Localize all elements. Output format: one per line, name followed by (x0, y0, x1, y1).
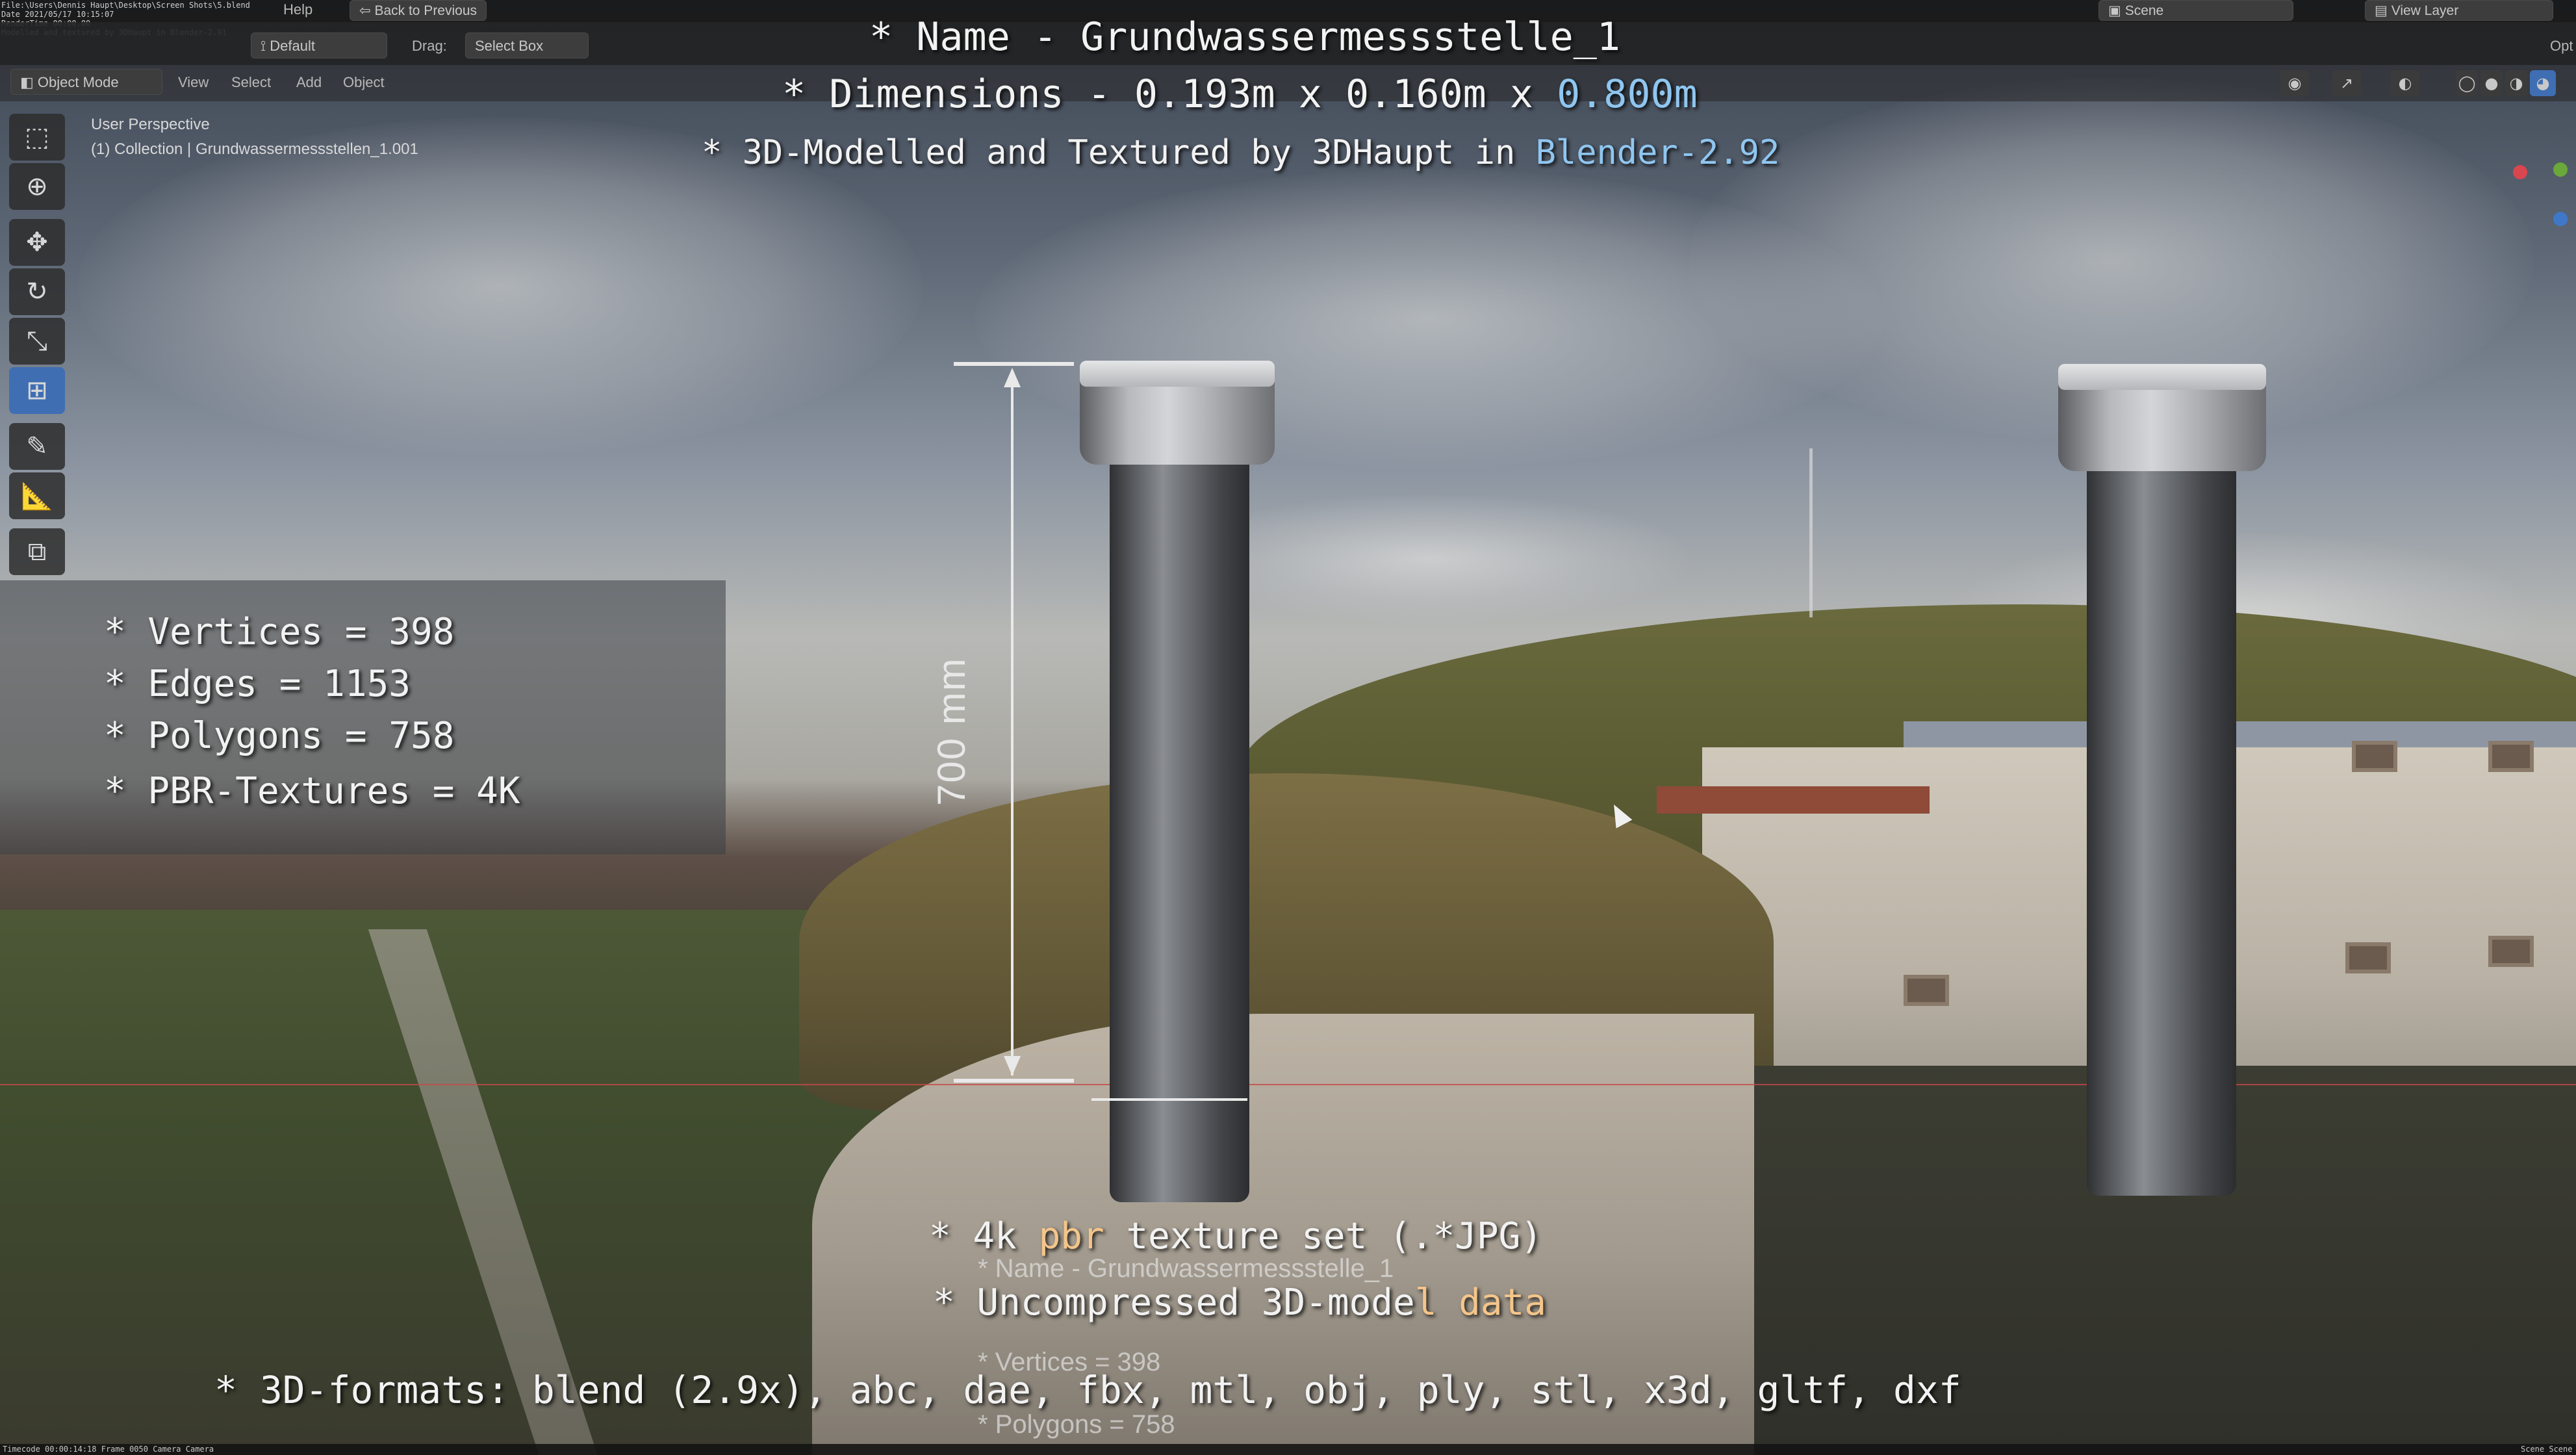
stat-pbr-textures: * PBR-Textures = 4K (104, 770, 520, 812)
ghost-name-text: * Name - Grundwassermessstelle_1 (978, 1254, 1394, 1283)
pipe-cap-rim-right (2058, 364, 2266, 390)
add-cube-icon[interactable]: ⧉ (9, 528, 65, 575)
select-box-dropdown[interactable]: Select Box (465, 32, 589, 58)
red-roof (1657, 786, 1930, 814)
wall-window (2352, 741, 2397, 772)
wall-window (2488, 936, 2534, 967)
flag-pole (1809, 448, 1813, 617)
model-name-line: * Name - Grundwassermessstelle_1 (869, 14, 1620, 60)
measure-icon[interactable]: 📐 (9, 472, 65, 519)
gizmo-y-axis-icon[interactable] (2553, 162, 2568, 177)
menu-add[interactable]: Add (296, 74, 322, 91)
status-right-text: Scene Scene (2521, 1445, 2573, 1454)
options-label[interactable]: Opt (2550, 38, 2573, 55)
uncompressed-line: * Uncompressed 3D-model data (933, 1281, 1547, 1324)
viewport-perspective-label: User Perspective (91, 116, 210, 133)
overlay-icon[interactable]: ◐ (2391, 70, 2419, 96)
stat-vertices: * Vertices = 398 (104, 611, 455, 653)
status-left-text: Timecode 00:00:14:18 Frame 0050 Camera C… (3, 1445, 214, 1454)
credit-highlight: Blender-2.92 (1535, 133, 1780, 172)
view-layer-selector[interactable]: ▤ View Layer (2365, 0, 2553, 21)
scale-icon[interactable]: ⤡ (9, 318, 65, 365)
pipe-model-right[interactable] (2087, 455, 2236, 1196)
dimensions-line: * Dimensions - 0.193m x 0.160m x 0.800m (782, 71, 1698, 117)
measure-top-tick (954, 362, 1074, 366)
uncompressed-highlight: l data (1414, 1281, 1547, 1324)
mode-dropdown[interactable]: ◧ Object Mode (10, 69, 162, 95)
move-icon[interactable]: ✥ (9, 219, 65, 266)
select-box-icon[interactable]: ⬚ (9, 114, 65, 161)
wall-window (2345, 942, 2391, 973)
wall-window (1904, 975, 1949, 1006)
viewport-collection-label: (1) Collection | Grundwassermessstellen_… (91, 140, 418, 158)
pipe-cap-rim-left (1080, 361, 1275, 387)
tool-shelf: ⬚ ⊕ ✥ ↻ ⤡ ⊞ ✎ 📐 ⧉ (9, 114, 65, 582)
menu-select[interactable]: Select (231, 74, 271, 91)
gizmo-icon[interactable]: ↗ (2332, 70, 2361, 96)
measure-arrow-down-icon (1004, 1056, 1021, 1075)
solid-shading-icon[interactable]: ● (2480, 70, 2503, 96)
orientation-icon: ⟟ (261, 38, 270, 54)
gizmo-x-axis-icon[interactable] (2513, 165, 2527, 179)
status-bar (0, 1444, 2576, 1455)
texture-highlight: pbr (1038, 1215, 1104, 1257)
measure-bottom-tick (954, 1079, 1074, 1083)
back-icon: ⇦ (359, 3, 375, 18)
stat-polygons: * Polygons = 758 (104, 715, 455, 757)
measure-arrow-up-icon (1004, 368, 1021, 387)
formats-line: * 3D-formats: blend (2.9x), abc, dae, fb… (214, 1368, 1961, 1412)
drag-label: Drag: (412, 38, 447, 54)
cursor-icon[interactable]: ⊕ (9, 163, 65, 210)
gizmo-z-axis-icon[interactable] (2553, 212, 2568, 226)
rotate-icon[interactable]: ↻ (9, 268, 65, 315)
orientation-dropdown[interactable]: ⟟ Default (251, 32, 387, 58)
measure-width-line (1091, 1098, 1247, 1101)
measure-vertical-line (1011, 370, 1014, 1075)
dimensions-highlight: 0.800m (1557, 71, 1698, 117)
scene-icon: ▣ (2108, 3, 2125, 18)
visibility-icon[interactable]: ◉ (2280, 70, 2309, 96)
ghost-polygons-text: * Polygons = 758 (978, 1410, 1175, 1439)
menu-object[interactable]: Object (343, 74, 385, 91)
credit-line: * 3D-Modelled and Textured by 3DHaupt in… (702, 133, 1780, 172)
wall-window (2488, 741, 2534, 772)
annotate-icon[interactable]: ✎ (9, 423, 65, 470)
scene-selector[interactable]: ▣ Scene (2098, 0, 2293, 21)
object-mode-icon: ◧ (20, 74, 38, 90)
rendered-shading-icon[interactable]: ◕ (2530, 70, 2556, 96)
material-shading-icon[interactable]: ◑ (2505, 70, 2527, 96)
menu-view[interactable]: View (178, 74, 209, 91)
transform-icon[interactable]: ⊞ (9, 367, 65, 414)
menu-help[interactable]: Help (283, 1, 312, 18)
back-to-previous-button[interactable]: ⇦ Back to Previous (350, 0, 487, 21)
measure-label: 700 mm (930, 657, 973, 806)
stat-edges: * Edges = 1153 (104, 663, 411, 705)
view-layer-icon: ▤ (2375, 3, 2391, 18)
texture-set-line: * 4k pbr texture set (.*JPG) (929, 1215, 1543, 1257)
wireframe-shading-icon[interactable]: ◯ (2456, 70, 2478, 96)
pipe-model-left[interactable] (1110, 448, 1249, 1202)
